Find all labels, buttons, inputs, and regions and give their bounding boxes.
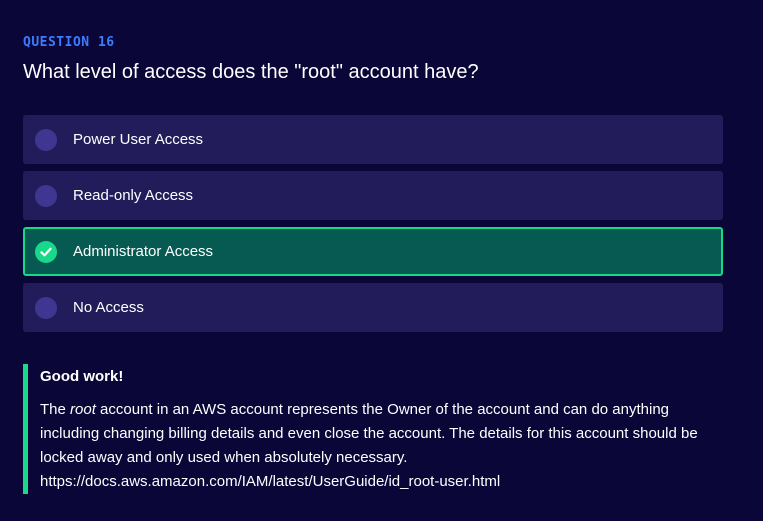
radio-circle-icon — [35, 184, 57, 207]
feedback-title: Good work! — [40, 368, 124, 385]
answer-option-label: Power User Access — [73, 131, 204, 148]
answer-option-no-access[interactable]: No Access — [23, 283, 723, 332]
radio-circle-icon — [35, 296, 57, 319]
radio-circle-icon — [35, 128, 57, 151]
feedback-text: The — [40, 401, 71, 418]
answer-option-administrator[interactable]: Administrator Access — [23, 227, 723, 276]
answer-options: Power User Access Read-only Access Admin… — [23, 115, 723, 339]
answer-option-label: Administrator Access — [73, 243, 214, 260]
feedback-explanation: The root account in an AWS account repre… — [40, 398, 723, 494]
answer-option-power-user[interactable]: Power User Access — [23, 115, 723, 164]
documentation-link[interactable]: https://docs.aws.amazon.com/IAM/latest/U… — [40, 473, 500, 490]
answer-option-read-only[interactable]: Read-only Access — [23, 171, 723, 220]
feedback-panel: Good work! The root account in an AWS ac… — [23, 364, 723, 494]
feedback-emphasis: root — [70, 401, 96, 418]
question-number: QUESTION 16 — [23, 35, 115, 50]
feedback-text: account in an AWS account represents the… — [40, 401, 698, 466]
answer-option-label: Read-only Access — [73, 187, 194, 204]
question-text: What level of access does the "root" acc… — [23, 61, 479, 83]
check-circle-icon — [35, 240, 57, 263]
answer-option-label: No Access — [73, 299, 144, 316]
